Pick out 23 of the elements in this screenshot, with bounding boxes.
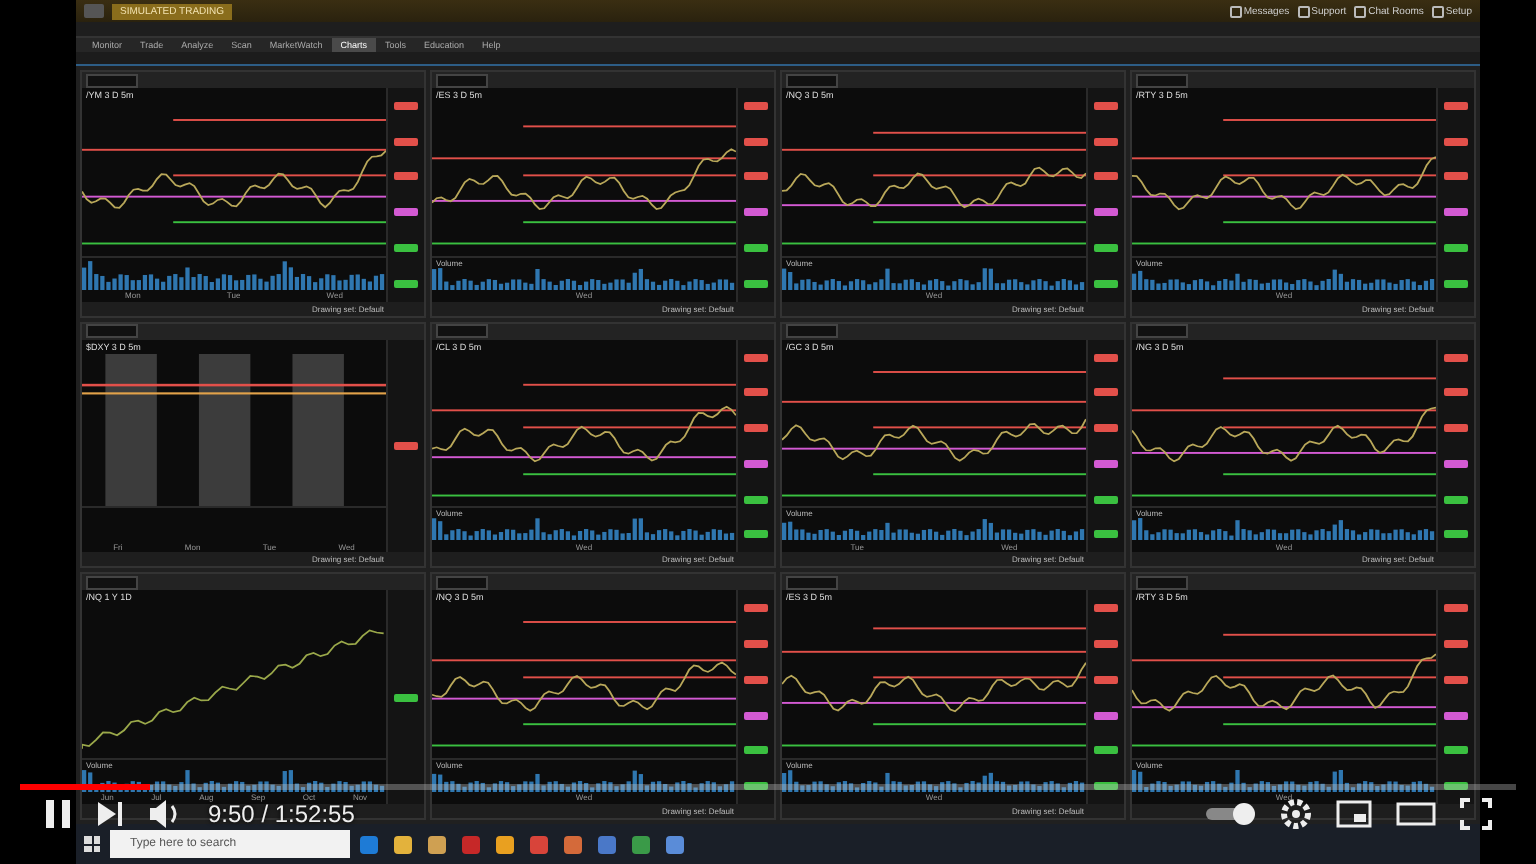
theater-mode-icon[interactable]: [1396, 802, 1436, 826]
symbol-field[interactable]: [436, 324, 488, 339]
symbol-field[interactable]: [786, 575, 838, 590]
symbol-field[interactable]: [1136, 73, 1188, 87]
next-icon[interactable]: [96, 800, 124, 828]
symbol-field[interactable]: [86, 575, 138, 590]
symbol-field[interactable]: [1136, 575, 1188, 590]
symbol-field[interactable]: [86, 73, 138, 87]
symbol-field[interactable]: [786, 324, 838, 339]
symbol-field[interactable]: [86, 324, 138, 339]
miniplayer-icon[interactable]: [1336, 800, 1372, 828]
autoplay-toggle[interactable]: [1204, 802, 1256, 826]
symbol-field[interactable]: [436, 73, 488, 87]
video-time: 9:50 / 1:52:55: [208, 800, 355, 828]
symbol-field[interactable]: [786, 73, 838, 87]
fullscreen-icon[interactable]: [1460, 798, 1492, 830]
symbol-field[interactable]: [1136, 324, 1188, 339]
app-logo-icon: [84, 4, 104, 18]
settings-icon[interactable]: [1280, 798, 1312, 830]
windows-start-icon[interactable]: [84, 836, 100, 852]
pause-icon[interactable]: [44, 798, 72, 830]
symbol-field[interactable]: [436, 575, 488, 590]
video-progress-bar[interactable]: [20, 784, 1516, 790]
